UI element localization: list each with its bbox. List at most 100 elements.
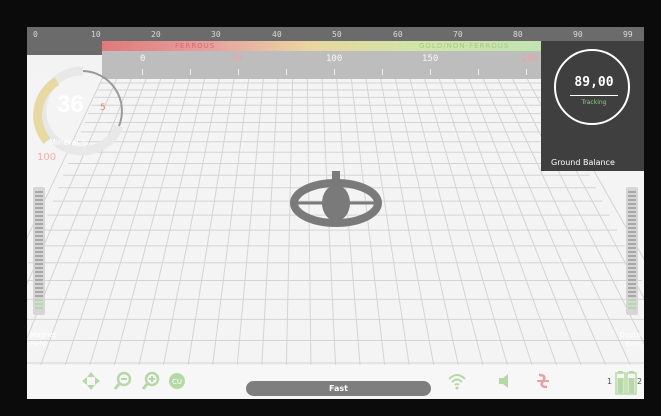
meter-segment (35, 255, 43, 257)
tick-mark (238, 69, 239, 75)
scale-tick: 99 (623, 30, 633, 39)
right-meter-label-1: Depth (619, 331, 641, 339)
meter-segment (35, 219, 43, 221)
scale-tick: 30 (211, 30, 221, 39)
meter-segment (35, 283, 43, 285)
wifi-icon[interactable] (447, 371, 467, 391)
meter-segment (628, 307, 636, 309)
meter-segment (628, 203, 636, 205)
meter-segment (628, 267, 636, 269)
tick-mark (526, 69, 527, 75)
meter-segment (628, 231, 636, 233)
meter-segment (35, 307, 43, 309)
meter-segment (35, 195, 43, 197)
battery-1-label: 1 (607, 377, 613, 386)
meter-segment (628, 223, 636, 225)
dpad-icon[interactable] (81, 371, 101, 391)
speed-indicator[interactable]: Fast (246, 381, 431, 396)
meter-segment (628, 199, 636, 201)
meter-segment (35, 207, 43, 209)
scale-tick: 80 (513, 30, 523, 39)
meter-segment (628, 299, 636, 301)
meter-segment (35, 303, 43, 305)
tick-mark (334, 69, 335, 75)
meter-segment (35, 215, 43, 217)
meter-segment (35, 291, 43, 293)
scale-tick: 40 (272, 30, 282, 39)
scale-tick: 90 (573, 30, 583, 39)
meter-segment (35, 223, 43, 225)
meter-segment (628, 207, 636, 209)
meter-segment (35, 191, 43, 193)
meter-segment (35, 275, 43, 277)
meter-segment (628, 291, 636, 293)
sub-scale-tick: 50 (232, 54, 243, 64)
meter-segment (628, 243, 636, 245)
tick-mark (286, 69, 287, 75)
meter-segment (35, 259, 43, 261)
magnet-meter (33, 187, 45, 315)
battery-icon (615, 371, 637, 395)
sub-scale-tick: 200 (522, 54, 539, 64)
scale-tick: 10 (91, 30, 101, 39)
scale-tick: 70 (453, 30, 463, 39)
search-coil-icon (290, 171, 382, 227)
sub-scale-tick: 0 (140, 54, 146, 64)
meter-segment (628, 191, 636, 193)
meter-segment (35, 251, 43, 253)
meter-segment (35, 235, 43, 237)
meter-segment (628, 227, 636, 229)
zoom-out-icon[interactable] (113, 371, 133, 391)
detector-screen: 0 10 20 30 40 50 60 70 80 90 99 FERROUS … (27, 27, 644, 399)
svg-text:CU: CU (172, 378, 182, 386)
right-meter-label: Depth Bars (611, 331, 641, 349)
left-meter-label-2: Field (30, 340, 47, 348)
mineral-value: 36 (57, 91, 84, 118)
cu-icon[interactable]: CU (167, 371, 187, 391)
meter-segment (628, 235, 636, 237)
meter-segment (628, 259, 636, 261)
meter-segment (35, 211, 43, 213)
meter-segment (35, 299, 43, 301)
meter-segment (35, 227, 43, 229)
meter-segment (35, 271, 43, 273)
meter-segment (35, 263, 43, 265)
ferrous-label: FERROUS (175, 42, 216, 50)
divider (570, 95, 618, 96)
tick-mark (142, 69, 143, 75)
bottom-toolbar: CU Fast 1 2 (27, 365, 644, 399)
mineral-max: 100 (37, 152, 57, 163)
meter-segment (35, 239, 43, 241)
meter-segment (628, 195, 636, 197)
meter-segment (35, 295, 43, 297)
target-id-scale: 0 50 100 150 200 (102, 51, 542, 79)
scale-tick: 50 (332, 30, 342, 39)
left-meter-label: Magnet Field (30, 331, 56, 349)
zoom-in-icon[interactable] (141, 371, 161, 391)
meter-segment (628, 287, 636, 289)
speaker-icon[interactable] (495, 371, 515, 391)
tick-mark (430, 69, 431, 75)
sub-scale-tick: 100 (326, 54, 343, 64)
tick-mark (190, 69, 191, 75)
mineral-sub-value: 5 (100, 103, 106, 113)
battery-2-label: 2 (637, 377, 643, 386)
meter-segment (628, 251, 636, 253)
meter-segment (628, 211, 636, 213)
tick-mark (382, 69, 383, 75)
meter-segment (628, 255, 636, 257)
ground-balance-panel[interactable]: 89,00 Tracking Ground Balance (541, 41, 644, 171)
anti-interference-icon[interactable] (533, 371, 553, 391)
meter-segment (628, 219, 636, 221)
meter-segment (35, 247, 43, 249)
meter-segment (628, 295, 636, 297)
tick-mark (478, 69, 479, 75)
scale-tick: 0 (33, 30, 38, 39)
tracking-mode: Tracking (581, 99, 607, 106)
meter-segment (35, 267, 43, 269)
meter-segment (35, 243, 43, 245)
depth-meter (626, 187, 638, 315)
meter-segment (35, 287, 43, 289)
meter-segment (35, 231, 43, 233)
meter-segment (628, 215, 636, 217)
